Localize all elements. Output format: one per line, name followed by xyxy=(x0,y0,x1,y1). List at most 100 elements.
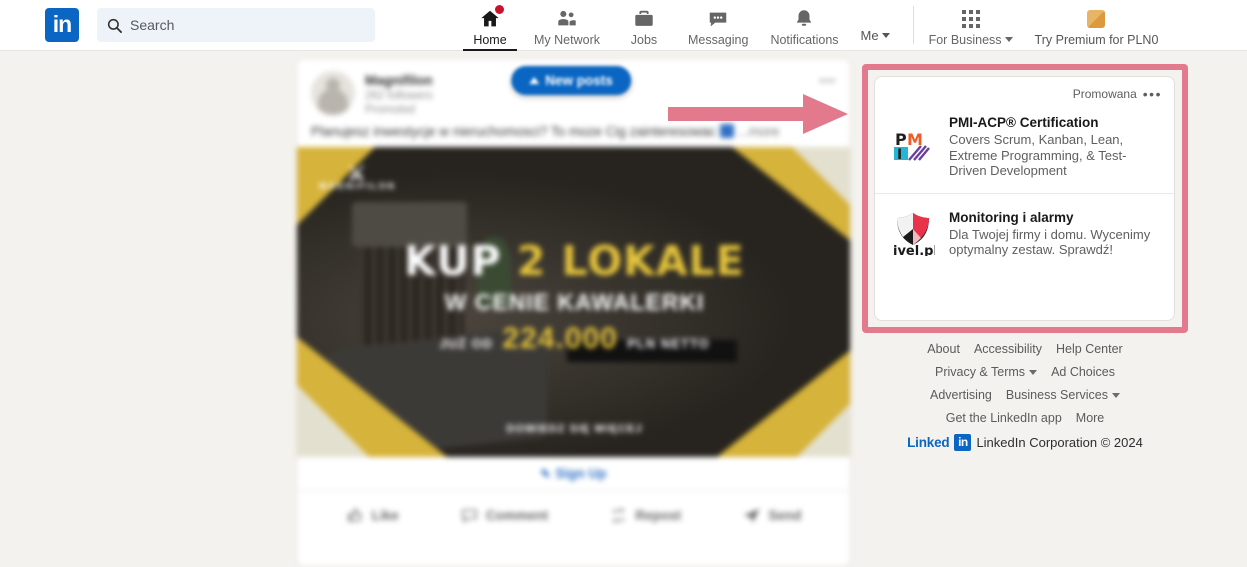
nav-label-notifications: Notifications xyxy=(770,32,839,47)
ad-title-pmi[interactable]: PMI-ACP® Certification xyxy=(949,114,1160,131)
footer-link-get-app[interactable]: Get the LinkedIn app xyxy=(946,411,1062,425)
nav-label-for-business: For Business xyxy=(928,32,1002,47)
footer-row-4: Get the LinkedIn app More xyxy=(874,411,1176,425)
footer-link-more[interactable]: More xyxy=(1076,411,1104,425)
nav-item-for-business[interactable]: For Business xyxy=(918,0,1024,51)
promoted-ads-card: Promowana ••• P M I PMI-ACP® Certificati… xyxy=(874,76,1175,321)
premium-square-icon xyxy=(1087,6,1106,32)
nav-item-try-premium[interactable]: Try Premium for PLN0 xyxy=(1024,0,1170,51)
post-image-price-prefix: JUŻ OD xyxy=(439,336,494,351)
arrow-up-icon xyxy=(529,77,540,84)
footer-link-ad-choices[interactable]: Ad Choices xyxy=(1051,365,1115,379)
bell-icon xyxy=(793,6,815,32)
nav-item-home[interactable]: Home xyxy=(457,0,523,51)
footer-link-about[interactable]: About xyxy=(927,342,960,356)
footer-link-privacy-terms-label: Privacy & Terms xyxy=(934,365,1026,379)
pencil-icon: ✎ xyxy=(540,466,551,481)
footer-brand: Linked in LinkedIn Corporation © 2024 xyxy=(874,434,1176,451)
footer-row-2: Privacy & Terms Ad Choices xyxy=(874,365,1176,379)
chevron-down-icon xyxy=(881,32,890,38)
search-input[interactable] xyxy=(130,17,365,33)
nav-divider xyxy=(912,6,914,44)
home-notification-dot xyxy=(493,2,506,16)
svg-text:I: I xyxy=(897,147,902,163)
svg-text:ivel.pl: ivel.pl xyxy=(893,244,935,256)
nav-label-jobs: Jobs xyxy=(630,32,658,47)
send-button[interactable]: Send xyxy=(742,506,801,525)
ad-item-pmi[interactable]: P M I PMI-ACP® Certification Covers Scru… xyxy=(875,103,1174,193)
post-image-price: 224.000 xyxy=(502,322,618,355)
post-image[interactable]: ⚔ MAGNIFILON KUP 2 LOKALE W CENIE KAWALE… xyxy=(297,147,850,457)
grid-apps-icon xyxy=(961,6,980,32)
post-action-bar: Like Comment Repost Send xyxy=(297,491,850,539)
nav-item-me[interactable]: Me xyxy=(850,0,901,51)
ad-body-pmi: PMI-ACP® Certification Covers Scrum, Kan… xyxy=(949,113,1160,179)
ellipsis-icon[interactable]: ••• xyxy=(1143,87,1162,101)
post-author-meta: Magnifilon 262 followers Promoted xyxy=(365,71,433,116)
comment-button[interactable]: Comment xyxy=(460,506,548,525)
nav-item-my-network[interactable]: My Network xyxy=(523,0,611,51)
ad-description-ivel: Dla Twojej firmy i domu. Wycenimy optyma… xyxy=(949,226,1151,258)
ad-description-pmi: Covers Scrum, Kanban, Lean, Extreme Prog… xyxy=(949,132,1127,178)
global-navigation-bar: in Home xyxy=(0,0,1247,51)
linkedin-logo-icon[interactable]: in xyxy=(45,8,79,42)
nav-item-notifications[interactable]: Notifications xyxy=(759,0,849,51)
footer-brand-word: Linked xyxy=(907,435,950,450)
primary-nav-items: Home My Network Jobs Messaging Notificat… xyxy=(457,0,901,51)
new-posts-label: New posts xyxy=(545,73,613,88)
post-promoted-label: Promoted xyxy=(365,104,415,116)
post-image-brand-text: MAGNIFILON xyxy=(319,181,396,191)
chevron-down-icon xyxy=(1004,36,1013,42)
search-icon xyxy=(107,18,122,33)
nav-label-my-network: My Network xyxy=(534,32,600,47)
post-image-price-suffix: PLN NETTO xyxy=(627,336,710,351)
post-signup-label: Sign Up xyxy=(555,466,607,481)
like-button[interactable]: Like xyxy=(346,506,399,525)
chat-bubble-icon xyxy=(707,6,729,32)
repost-label: Repost xyxy=(635,507,682,523)
thumbs-up-icon xyxy=(347,508,362,521)
footer-link-privacy-terms[interactable]: Privacy & Terms xyxy=(934,365,1038,379)
footer-link-business-services-label: Business Services xyxy=(1005,388,1108,402)
home-icon xyxy=(479,2,506,32)
post-image-brand: ⚔ MAGNIFILON xyxy=(319,163,396,191)
linkedin-feed-page: in Home xyxy=(0,0,1247,567)
footer-link-advertising[interactable]: Advertising xyxy=(930,388,992,402)
repost-button[interactable]: Repost xyxy=(609,506,681,525)
promoted-label: Promowana xyxy=(1072,87,1137,101)
comment-icon xyxy=(461,509,477,523)
nav-item-jobs[interactable]: Jobs xyxy=(611,0,677,51)
new-posts-pill-button[interactable]: New posts xyxy=(511,66,631,95)
post-image-line4: DOWIEDZ SIĘ WIĘCEJ xyxy=(506,423,643,435)
footer-row-3: Advertising Business Services xyxy=(874,388,1176,402)
ad-title-ivel[interactable]: Monitoring i alarmy xyxy=(949,209,1160,226)
site-footer: About Accessibility Help Center Privacy … xyxy=(874,342,1176,451)
briefcase-icon xyxy=(633,6,655,32)
ad-item-ivel[interactable]: ivel.pl Monitoring i alarmy Dla Twojej f… xyxy=(875,192,1174,272)
nav-label-me: Me xyxy=(860,27,879,43)
footer-link-help-center[interactable]: Help Center xyxy=(1056,342,1123,356)
red-arrow-annotation xyxy=(668,92,848,136)
post-signup-cta[interactable]: ✎ Sign Up xyxy=(297,457,850,491)
ivel-pl-shield-logo-icon: ivel.pl xyxy=(889,208,937,258)
footer-link-accessibility[interactable]: Accessibility xyxy=(974,342,1042,356)
footer-link-business-services[interactable]: Business Services xyxy=(1006,388,1120,402)
nav-label-try-premium: Try Premium for PLN0 xyxy=(1034,32,1159,47)
author-avatar[interactable] xyxy=(311,71,355,115)
post-text-body: Planujesz inwestycje w nieruchomosci? To… xyxy=(311,124,716,139)
linkedin-in-icon: in xyxy=(954,434,972,451)
nav-item-messaging[interactable]: Messaging xyxy=(677,0,759,51)
search-box[interactable] xyxy=(97,8,375,42)
comment-label: Comment xyxy=(485,507,549,523)
post-options-icon[interactable]: ••• xyxy=(819,73,836,88)
chevron-down-icon xyxy=(1029,369,1038,375)
nav-label-home: Home xyxy=(473,32,507,47)
ad-body-ivel: Monitoring i alarmy Dla Twojej firmy i d… xyxy=(949,208,1160,258)
footer-row-1: About Accessibility Help Center xyxy=(874,342,1176,356)
post-author-name[interactable]: Magnifilon xyxy=(365,73,433,88)
send-icon xyxy=(743,508,760,523)
post-image-line2: W CENIE KAWALERKI xyxy=(444,289,705,315)
post-image-line1-yellow: 2 LOKALE xyxy=(516,237,745,285)
nav-label-messaging: Messaging xyxy=(687,32,749,47)
repost-icon xyxy=(612,507,626,523)
